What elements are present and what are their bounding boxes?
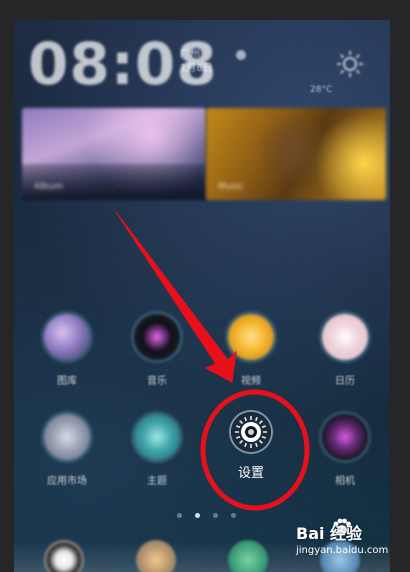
date-line-1: 广州 xyxy=(180,49,200,60)
app-label: 音乐 xyxy=(147,376,167,387)
app-calendar[interactable]: 日历 xyxy=(314,314,376,387)
app-video[interactable]: 视频 xyxy=(220,314,282,387)
app-label: 图库 xyxy=(57,376,77,387)
music-widget[interactable]: Music xyxy=(206,108,386,200)
weather-icon xyxy=(236,50,246,60)
app-music[interactable]: 音乐 xyxy=(126,314,188,387)
app-label: 相机 xyxy=(335,476,355,487)
page-indicator xyxy=(173,503,240,522)
video-icon xyxy=(228,314,274,360)
app-label: 应用市场 xyxy=(47,476,87,487)
camera-icon xyxy=(322,414,368,460)
dock-phone-icon[interactable] xyxy=(44,540,84,572)
app-gallery[interactable]: 图库 xyxy=(36,314,98,387)
watermark: Bai 经验 jingyan.baidu.com xyxy=(296,520,388,556)
calendar-icon xyxy=(322,314,368,360)
app-store-icon xyxy=(44,414,90,460)
app-label: 主题 xyxy=(147,476,167,487)
gallery-icon xyxy=(44,314,90,360)
watermark-main: Bai 经验 xyxy=(296,524,363,543)
dock-messages-icon[interactable] xyxy=(228,540,268,572)
app-label: 视频 xyxy=(241,376,261,387)
phone-screen: 08:08 广州 1月8日 28°C Album Music 图库 音乐 视频 … xyxy=(14,20,390,572)
theme-icon xyxy=(134,414,180,460)
app-label: 设置 xyxy=(237,466,264,481)
temperature-text: 28°C xyxy=(310,85,333,95)
date-line-2: 1月8日 xyxy=(180,63,213,74)
app-camera[interactable]: 相机 xyxy=(314,414,376,487)
page-dot[interactable] xyxy=(231,513,237,518)
photo-widget-caption: Album xyxy=(34,182,63,192)
music-icon xyxy=(134,314,180,360)
page-dot-active[interactable] xyxy=(195,513,201,518)
app-theme[interactable]: 主题 xyxy=(126,414,188,487)
page-dot[interactable] xyxy=(177,513,182,518)
app-app-store[interactable]: 应用市场 xyxy=(36,414,98,487)
app-label: 日历 xyxy=(335,376,355,387)
page-dot[interactable] xyxy=(213,513,219,518)
dock-browser-icon[interactable] xyxy=(136,540,176,572)
watermark-url: jingyan.baidu.com xyxy=(296,545,389,556)
sun-icon xyxy=(337,51,363,77)
date-info: 广州 1月8日 xyxy=(180,48,213,76)
photo-widget[interactable]: Album xyxy=(22,108,206,200)
music-widget-caption: Music xyxy=(218,182,244,192)
settings-icon xyxy=(231,412,271,452)
app-settings[interactable]: 设置 xyxy=(220,412,282,481)
